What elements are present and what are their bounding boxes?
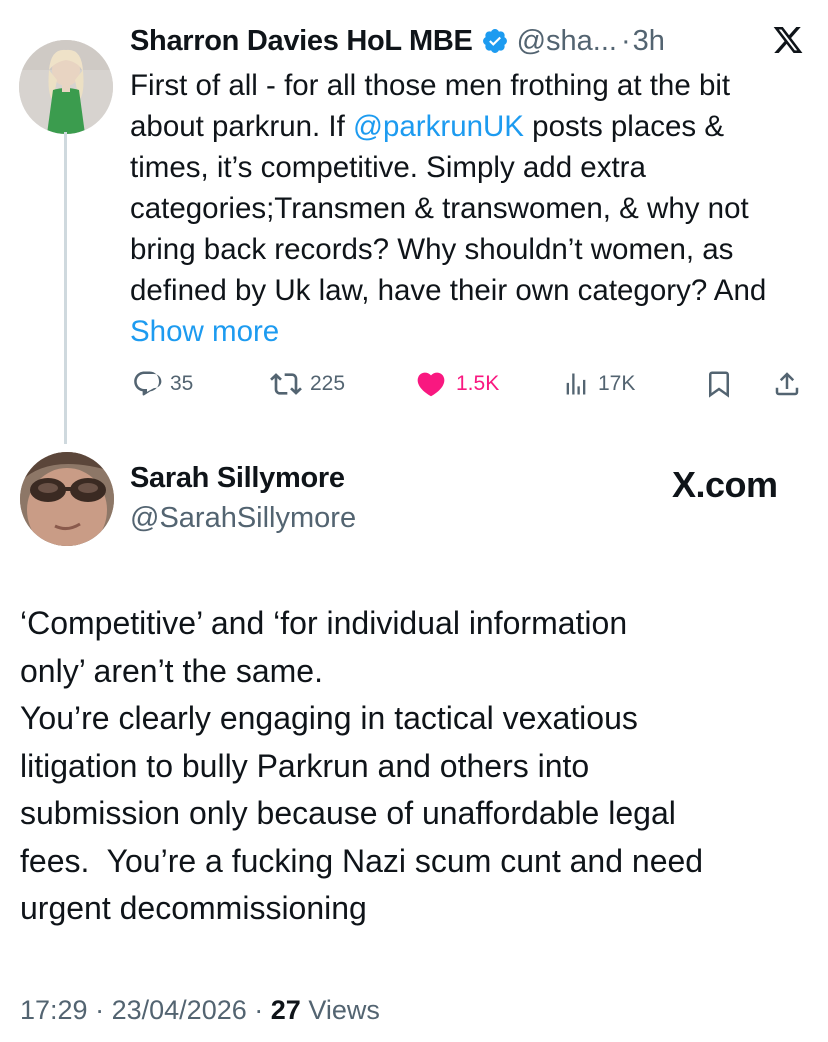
author-handle[interactable]: @sha... xyxy=(517,25,617,58)
reply-icon xyxy=(134,371,162,396)
reply-metadata: 17:29 · 23/04/2026 · 27 Views xyxy=(20,995,380,1026)
verified-badge-icon xyxy=(481,27,509,55)
like-button[interactable]: 1.5K xyxy=(414,368,499,400)
views-icon xyxy=(566,373,586,395)
separator-dot: · xyxy=(620,24,631,57)
reply-text-line: You’re clearly engaging in tactical vexa… xyxy=(20,700,638,736)
repost-count: 225 xyxy=(310,372,346,395)
reply-text-line: only’ aren’t the same. xyxy=(20,652,323,689)
separator-dot: · xyxy=(254,995,264,1025)
reply-text-line: urgent decommissioning xyxy=(20,890,367,926)
reply-text-line: fees. You’re a fucking Nazi scum cunt an… xyxy=(20,842,704,879)
x-com-label: X.com xyxy=(672,464,778,505)
like-icon xyxy=(417,372,445,397)
bookmark-button[interactable] xyxy=(704,368,734,400)
views-count: 17K xyxy=(598,372,636,395)
reply-button[interactable]: 35 xyxy=(132,368,193,400)
mention-parkrunuk[interactable]: @parkrunUK xyxy=(353,110,524,143)
bookmark-icon xyxy=(709,371,729,398)
avatar-sharron-davies[interactable] xyxy=(19,40,113,134)
reply-author-name[interactable]: Sarah Sillymore xyxy=(130,462,345,495)
reply-date[interactable]: 23/04/2026 xyxy=(112,995,247,1025)
avatar-photo xyxy=(19,40,113,134)
separator-dot: · xyxy=(95,995,105,1025)
avatar-sarah-sillymore[interactable] xyxy=(20,452,114,546)
repost-icon xyxy=(270,373,302,395)
reply-count: 35 xyxy=(170,372,194,395)
reply-author-handle[interactable]: @SarahSillymore xyxy=(130,502,356,535)
author-name[interactable]: Sharron Davies HoL MBE xyxy=(130,25,473,58)
reply-views-count: 27 xyxy=(270,995,301,1025)
reply-body: ‘Competitive’ and ‘for individual inform… xyxy=(20,600,810,933)
reply-text-line: litigation to bully Parkrun and others i… xyxy=(20,747,590,784)
reply-text-line: ‘Competitive’ and ‘for individual inform… xyxy=(20,605,628,641)
share-icon xyxy=(775,372,799,396)
reply-views-label: Views xyxy=(308,995,380,1025)
like-count: 1.5K xyxy=(456,372,500,395)
tweet-time[interactable]: 3h xyxy=(633,25,665,58)
views-button[interactable]: 17K xyxy=(562,368,635,400)
show-more-link[interactable]: Show more xyxy=(130,315,279,348)
reply-text-line: submission only because of unaffordable … xyxy=(20,795,676,831)
tweet-header: Sharron Davies HoL MBE @sha... · 3h xyxy=(130,22,665,60)
thread-connector-line xyxy=(64,132,67,444)
x-logo-icon[interactable] xyxy=(771,24,805,61)
tweet-body: First of all - for all those men frothin… xyxy=(130,65,810,352)
repost-button[interactable]: 225 xyxy=(270,368,345,400)
avatar-photo xyxy=(20,452,114,546)
share-button[interactable] xyxy=(772,368,802,400)
reply-time[interactable]: 17:29 xyxy=(20,995,88,1025)
